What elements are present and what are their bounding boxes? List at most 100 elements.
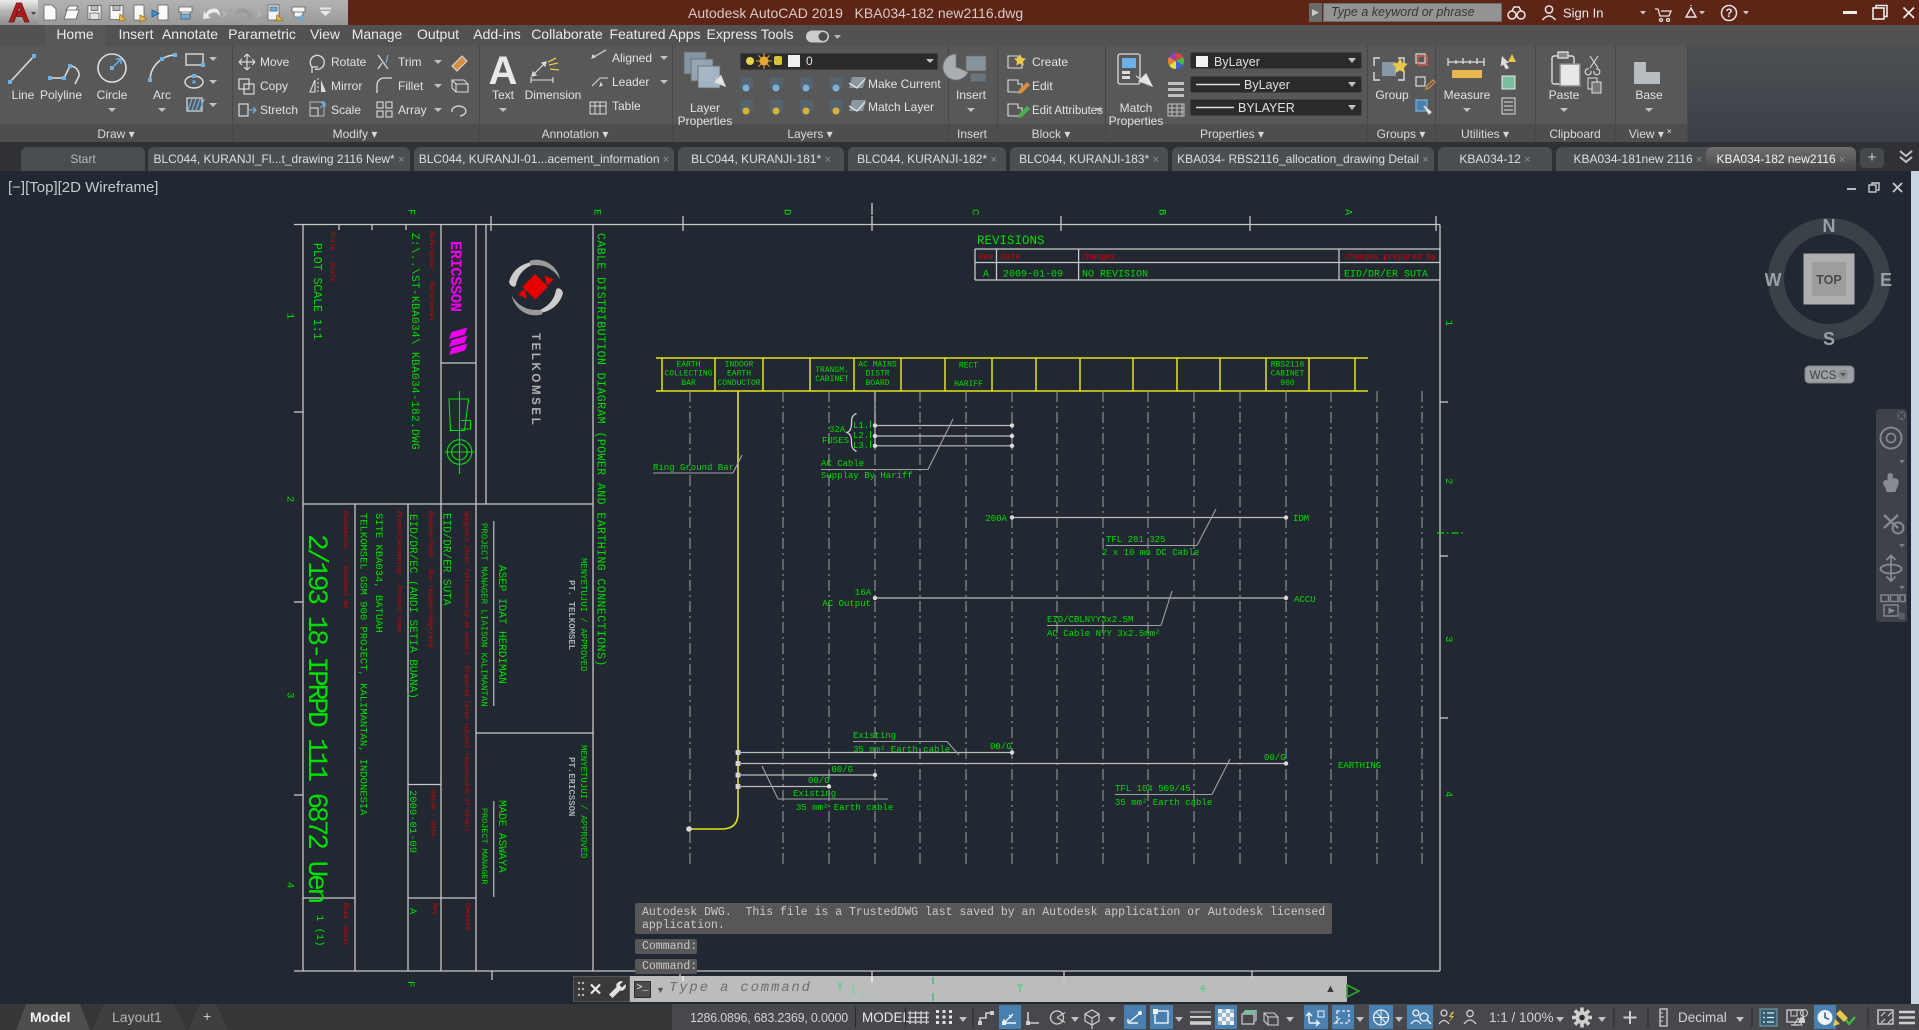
svg-text:F: F xyxy=(404,981,416,987)
svg-text:900: 900 xyxy=(1280,379,1295,388)
svg-text:A: A xyxy=(489,49,518,93)
svg-text:Polyline: Polyline xyxy=(40,88,82,102)
svg-text:2: 2 xyxy=(1442,478,1454,484)
svg-text:Dokansv/Godk - Doc respons/App: Dokansv/Godk - Doc respons/Approved xyxy=(427,511,434,648)
svg-text:ACCU: ACCU xyxy=(1294,595,1316,605)
svg-text:ByLayer: ByLayer xyxy=(1244,78,1290,92)
svg-text:Table: Table xyxy=(612,99,641,113)
svg-text:Array: Array xyxy=(398,103,427,117)
svg-text:Fillet: Fillet xyxy=(398,79,424,93)
svg-text:AC Output: AC Output xyxy=(822,599,871,609)
svg-text:Referenser - References: Referenser - References xyxy=(428,231,435,321)
svg-text:MADE ASWAYA: MADE ASWAYA xyxy=(495,800,507,873)
svg-text:REVISIONS: REVISIONS xyxy=(977,234,1045,248)
svg-text:D: D xyxy=(781,209,793,215)
svg-text:Paste: Paste xyxy=(1549,88,1580,102)
svg-text:ASEP IDAT HERDIMAN: ASEP IDAT HERDIMAN xyxy=(495,565,507,684)
svg-text:35 mm² Earth cable: 35 mm² Earth cable xyxy=(853,745,950,755)
svg-text:TRANSM.: TRANSM. xyxy=(815,366,849,375)
svg-text:Rev: Rev xyxy=(979,253,994,262)
svg-text:3: 3 xyxy=(284,692,296,698)
svg-text:Properties: Properties xyxy=(678,114,733,128)
svg-text:W: W xyxy=(1765,270,1782,290)
svg-text:RECT: RECT xyxy=(959,362,978,371)
svg-text:Arc: Arc xyxy=(153,88,171,102)
svg-text:Datum - Date: Datum - Date xyxy=(430,790,437,837)
svg-text:CABLE DISTRIBUTION DIAGRAM (PO: CABLE DISTRIBUTION DIAGRAM (POWER AND EA… xyxy=(594,233,607,667)
svg-text:4: 4 xyxy=(1442,791,1454,797)
svg-text:Stretch: Stretch xyxy=(260,103,298,117)
svg-text:B: B xyxy=(1156,209,1168,215)
svg-text:?: ? xyxy=(1726,8,1733,20)
svg-text:A: A xyxy=(1342,209,1354,216)
svg-text:00/G: 00/G xyxy=(831,765,853,775)
svg-text:00/G: 00/G xyxy=(808,776,830,786)
svg-text:Text: Text xyxy=(492,88,515,102)
svg-text:Blad -Sheet: Blad -Sheet xyxy=(342,903,349,946)
svg-text:CABINET: CABINET xyxy=(1271,370,1305,379)
svg-text:Changes prepared by: Changes prepared by xyxy=(1345,253,1436,262)
svg-text:AC Cable NYY 3x2.5mm²: AC Cable NYY 3x2.5mm² xyxy=(1047,629,1160,639)
svg-text:Base: Base xyxy=(1635,88,1663,102)
svg-text:Copy: Copy xyxy=(260,79,288,93)
svg-text:TELKOMSEL: TELKOMSEL xyxy=(529,333,541,427)
svg-text:Uppgjord (även faktaansvarig o: Uppgjord (även faktaansvarig om annan) -… xyxy=(463,511,470,832)
svg-text:CONDUCTOR: CONDUCTOR xyxy=(717,379,760,388)
svg-text:Insert: Insert xyxy=(956,88,987,102)
svg-text:Match: Match xyxy=(1120,101,1153,115)
svg-text:N: N xyxy=(1823,216,1836,236)
svg-text:32A: 32A xyxy=(829,425,846,435)
svg-text:PROJECT MANAGER: PROJECT MANAGER xyxy=(479,808,489,885)
svg-text:Supplay By Hariff: Supplay By Hariff xyxy=(821,471,913,481)
svg-text:EID/DR/ER SUTA: EID/DR/ER SUTA xyxy=(1344,269,1428,281)
svg-text:0: 0 xyxy=(806,54,813,68)
svg-text:Layer: Layer xyxy=(690,101,720,115)
svg-text:3: 3 xyxy=(1442,636,1454,642)
svg-text:Create: Create xyxy=(1032,55,1068,69)
svg-text:TELKOMSEL GSM 900 PROJECT, KAL: TELKOMSEL GSM 900 PROJECT, KALIMANTAN, I… xyxy=(357,513,369,816)
svg-text:SITE KBA034, BATUAH: SITE KBA034, BATUAH xyxy=(372,513,384,633)
svg-text:ERICSSON: ERICSSON xyxy=(446,241,464,312)
svg-text:COLLECTING: COLLECTING xyxy=(664,370,712,379)
svg-text:L1.: L1. xyxy=(853,421,869,431)
svg-text:ByLayer: ByLayer xyxy=(1214,55,1260,69)
svg-text:S: S xyxy=(1823,329,1835,349)
svg-text:Sign In: Sign In xyxy=(1563,6,1603,21)
svg-text:PT. TELKOMSEL: PT. TELKOMSEL xyxy=(566,580,576,650)
svg-text:Dimension: Dimension xyxy=(525,88,582,102)
svg-text:Circle: Circle xyxy=(97,88,128,102)
svg-text:Rev: Rev xyxy=(431,903,438,916)
svg-text:RBS2116: RBS2116 xyxy=(1271,361,1305,370)
svg-text:16A: 16A xyxy=(855,588,872,598)
svg-text:HARIFF: HARIFF xyxy=(954,380,983,389)
svg-text:EARTH: EARTH xyxy=(727,370,751,379)
svg-text:PROJECT MANAGER LIAISON KALIMA: PROJECT MANAGER LIAISON KALIMANTAN xyxy=(479,523,489,707)
svg-text:200A: 200A xyxy=(985,514,1007,524)
svg-text:Aligned: Aligned xyxy=(612,51,652,65)
svg-text:Edit Attributes: Edit Attributes xyxy=(1032,105,1103,117)
svg-text:1: 1 xyxy=(1442,320,1454,326)
svg-text:INDOOR: INDOOR xyxy=(725,361,754,370)
svg-text:Changes: Changes xyxy=(1082,253,1116,262)
svg-text:MENYETUJUI / APPROVED: MENYETUJUI / APPROVED xyxy=(578,745,588,858)
svg-text:TFL 281 325: TFL 281 325 xyxy=(1106,535,1165,545)
svg-text:Trim: Trim xyxy=(398,55,422,69)
svg-text:E: E xyxy=(1880,270,1892,290)
svg-text:E: E xyxy=(591,209,603,215)
svg-text:Checked: Checked xyxy=(464,903,471,930)
svg-text:Move: Move xyxy=(260,55,290,69)
svg-text:AC MAINS: AC MAINS xyxy=(858,361,897,370)
svg-text:EARTHING: EARTHING xyxy=(1338,761,1381,771)
svg-text:A: A xyxy=(983,270,989,281)
svg-text:2009-01-09: 2009-01-09 xyxy=(1003,270,1063,281)
svg-text:35 mm² Earth cable: 35 mm² Earth cable xyxy=(796,803,893,813)
svg-text:Properties: Properties xyxy=(1109,114,1164,128)
svg-text:EID/DR/ER SUTA: EID/DR/ER SUTA xyxy=(440,513,452,606)
svg-text:2/193 18-IPRPD 111 6872 Uen: 2/193 18-IPRPD 111 6872 Uen xyxy=(300,534,331,903)
svg-text:BOARD: BOARD xyxy=(865,379,889,388)
svg-text:EID/CBLNYY3x2.5M: EID/CBLNYY3x2.5M xyxy=(1047,615,1133,625)
svg-text:C: C xyxy=(969,209,981,215)
svg-text:1:1 / 100%: 1:1 / 100% xyxy=(1489,1010,1554,1025)
svg-text:Ring Ground Bar: Ring Ground Bar xyxy=(653,463,734,473)
svg-text:IDM: IDM xyxy=(1293,514,1309,524)
